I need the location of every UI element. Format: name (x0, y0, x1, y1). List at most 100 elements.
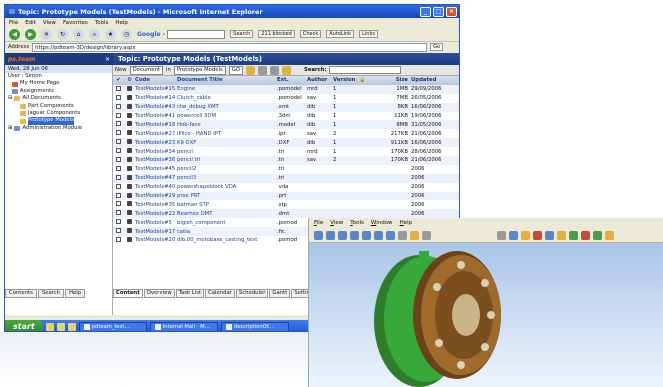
tab-content[interactable]: Content (113, 289, 143, 298)
section-icon[interactable] (410, 230, 419, 240)
search-icon[interactable]: ⌕ (89, 28, 100, 40)
document-type-select[interactable]: Document (129, 65, 164, 75)
table-row[interactable]: TestModels#41 powercell 3DM .3dm dib 1 11KB 19… (113, 112, 459, 121)
measure-icon[interactable] (422, 230, 431, 240)
cell-code[interactable]: TestModels#27 (135, 131, 177, 137)
markup-icon[interactable] (533, 230, 542, 240)
cell-code[interactable]: TestModels#23 (135, 140, 177, 146)
quicklaunch-icon[interactable] (67, 322, 76, 331)
minimize-button[interactable]: _ (420, 6, 431, 17)
table-row[interactable]: TestModels#29 proe PRT .prt 2006 (113, 191, 459, 201)
collapse-icon[interactable]: ⊟ (8, 95, 12, 102)
save-icon[interactable] (509, 230, 518, 240)
google-label[interactable]: Google - (137, 31, 165, 38)
menu-edit[interactable]: Edit (25, 20, 36, 26)
header-title[interactable]: Document Title (177, 77, 277, 83)
rotate-icon[interactable] (350, 230, 359, 240)
3d-viewport[interactable] (309, 243, 663, 387)
cad-menu-file[interactable]: File (314, 220, 323, 226)
table-row[interactable]: TestModels#45 pencil2 .tri 2006 (113, 165, 459, 174)
cell-code[interactable]: TestModels#45 (135, 166, 177, 172)
tree-item-jaguar-components[interactable]: Jaguar Components (8, 110, 112, 117)
row-checkbox[interactable] (113, 94, 124, 102)
cell-code[interactable]: TestModels#18 (135, 122, 177, 128)
zoom-window-icon[interactable] (338, 230, 347, 240)
copy-icon[interactable] (270, 65, 280, 75)
menu-tools[interactable]: Tools (95, 20, 109, 26)
cell-title[interactable]: proe PRT (177, 193, 277, 199)
tab-task-list[interactable]: Task List (175, 289, 205, 298)
properties-icon[interactable] (521, 230, 530, 240)
address-input[interactable]: https://pdteam-3D/design/library.aspx (32, 42, 428, 52)
taskbar-item-description[interactable]: descriptionOf... (220, 321, 289, 331)
close-button[interactable]: × (446, 6, 457, 17)
cell-code[interactable]: TestModels#40 (135, 184, 177, 190)
open-icon[interactable] (497, 230, 506, 240)
close-pane-icon[interactable]: ✕ (105, 56, 113, 63)
cell-code[interactable]: TestModels#5 (135, 220, 177, 226)
cell-title[interactable]: powershapeblock VDA (177, 184, 277, 190)
help-icon[interactable] (557, 230, 566, 240)
previous-icon[interactable] (569, 230, 578, 240)
cell-title[interactable]: bigish_component (177, 220, 277, 226)
location-select[interactable]: Prototype Models (173, 65, 226, 75)
print-icon[interactable] (246, 65, 256, 75)
play-icon[interactable] (593, 230, 602, 240)
go-button[interactable]: GO (228, 65, 244, 75)
search-input[interactable] (328, 66, 401, 74)
table-row[interactable]: TestModels#14 Clutch_cable .pomodel sav 1 7MB… (113, 94, 459, 103)
cell-code[interactable]: TestModels#35 (135, 202, 177, 208)
cell-title[interactable]: Bearhex DMT (177, 211, 277, 217)
cell-code[interactable]: TestModels#29 (135, 193, 177, 199)
table-row[interactable]: TestModels#35 batman STP .stp 2006 (113, 200, 459, 209)
table-row[interactable]: TestModels#22 Bearhex DMT .dmt 2006 (113, 209, 459, 219)
cell-code[interactable]: TestModels#20 (135, 237, 177, 243)
forward-icon[interactable]: ▶ (25, 28, 36, 40)
header-version[interactable]: Version (333, 77, 359, 83)
tree-item-administration[interactable]: ⊞ Administration Module (8, 125, 112, 132)
tree-item-part-components[interactable]: Part Components (8, 103, 112, 110)
row-checkbox[interactable] (113, 103, 124, 111)
favorites-icon[interactable]: ★ (105, 28, 116, 40)
tab-scheduler[interactable]: Scheduler (235, 289, 269, 298)
quicklaunch-icon[interactable] (45, 322, 54, 331)
taskbar-item-pdteam[interactable]: pdteam_test... (78, 321, 147, 331)
autolink-button[interactable]: AutoLink (326, 30, 355, 38)
cell-code[interactable]: TestModels#43 (135, 104, 177, 110)
cell-title[interactable]: iPilco - HAND IPT (177, 131, 277, 137)
cad-menu-window[interactable]: Window (371, 220, 393, 226)
cell-title[interactable]: pencil (177, 149, 277, 155)
tree-item-prototype-models[interactable]: Prototype Models (8, 117, 112, 125)
maximize-button[interactable]: □ (433, 6, 444, 17)
stop-icon[interactable]: ✕ (41, 28, 52, 40)
table-row[interactable]: TestModels#34 pencil .tri mrd 1 170KB 28/06/20… (113, 147, 459, 156)
cell-title[interactable]: K9 DXF (177, 140, 277, 146)
header-size[interactable]: Size (373, 77, 411, 83)
tab-search[interactable]: Search (37, 289, 65, 298)
header-code[interactable]: Code (135, 77, 177, 83)
cell-code[interactable]: TestModels#47 (135, 175, 177, 181)
cell-title[interactable]: Engine (177, 86, 277, 92)
row-checkbox[interactable] (113, 174, 124, 182)
row-checkbox[interactable] (113, 112, 124, 120)
table-row[interactable]: TestModels#36 pencil tri .tri sav 2 170KB 21/0… (113, 156, 459, 165)
go-button[interactable]: Go (430, 43, 444, 51)
row-checkbox[interactable] (113, 130, 124, 137)
menu-help[interactable]: Help (115, 20, 128, 26)
home-icon[interactable]: ⌂ (73, 28, 84, 40)
row-checkbox[interactable] (113, 219, 124, 226)
cell-code[interactable]: TestModels#41 (135, 113, 177, 119)
cell-code[interactable]: TestModels#36 (135, 157, 177, 163)
row-checkbox[interactable] (113, 165, 124, 173)
tree-item-all-documents[interactable]: ⊟ All Documents (8, 95, 112, 102)
table-row[interactable]: TestModels#47 pencil3 .tri 2006 (113, 173, 459, 183)
view-cube-icon[interactable] (386, 230, 395, 240)
row-checkbox[interactable] (113, 201, 124, 208)
cell-title[interactable]: ctw_debug XMT (177, 104, 277, 110)
row-checkbox[interactable] (113, 228, 124, 235)
cell-code[interactable]: TestModels#17 (135, 229, 177, 235)
row-checkbox[interactable] (113, 85, 124, 93)
fit-icon[interactable] (374, 230, 383, 240)
cell-title[interactable]: Hob-face (177, 122, 277, 128)
start-button[interactable]: start (5, 320, 43, 331)
